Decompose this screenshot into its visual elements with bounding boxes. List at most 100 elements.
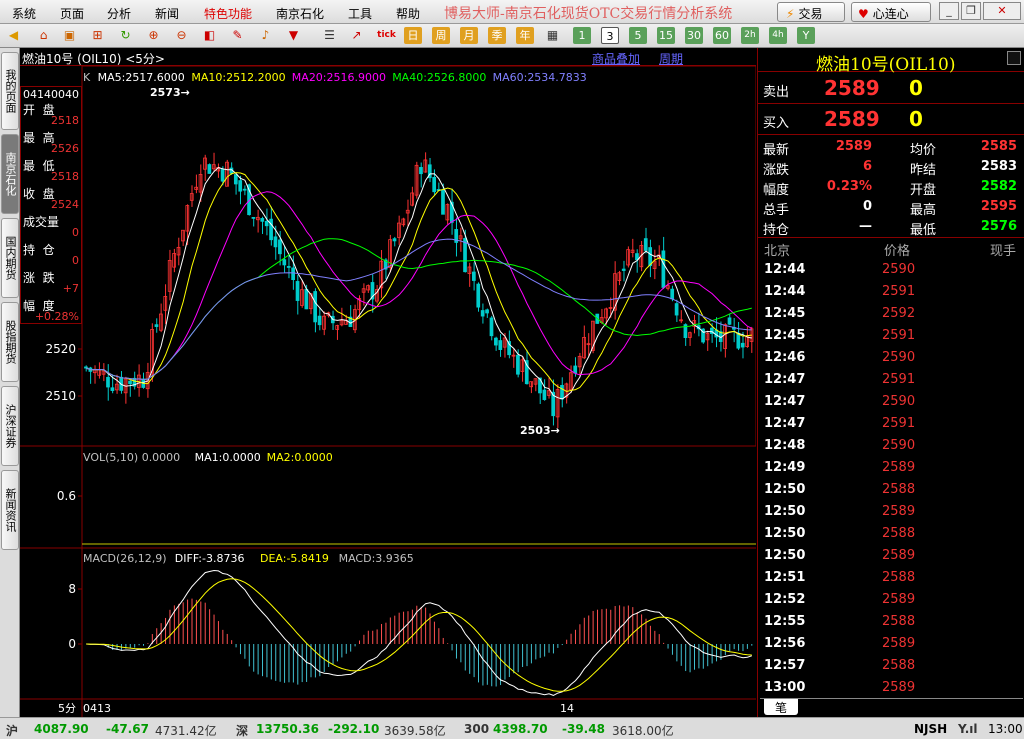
hs-index: 4398.70 bbox=[493, 722, 548, 736]
tick-row: 12:52 2589 bbox=[758, 590, 1024, 612]
tick-button[interactable]: tick bbox=[377, 26, 396, 45]
tick-time: 12:44 bbox=[764, 262, 806, 277]
ma-legend-item: MA5:2517.6000 bbox=[98, 71, 185, 84]
popout-icon[interactable] bbox=[1007, 51, 1021, 65]
tab-sh-sz[interactable]: 沪深证券 bbox=[1, 386, 19, 466]
tick-row: 12:47 2590 bbox=[758, 392, 1024, 414]
stat-label: 最低 bbox=[910, 223, 937, 238]
season-button[interactable]: 季 bbox=[488, 27, 506, 44]
info-label: 持 仓 bbox=[23, 243, 55, 257]
bookmark-icon[interactable]: ⊞ bbox=[88, 26, 107, 45]
window-icon[interactable]: ◧ bbox=[200, 26, 219, 45]
menu-analysis[interactable]: 分析 bbox=[107, 5, 131, 22]
macd-legend-item: MACD(26,12,9) bbox=[83, 552, 167, 565]
period-y-button[interactable]: Y bbox=[797, 27, 815, 44]
back-arrow-icon[interactable]: ◀ bbox=[4, 26, 23, 45]
info-label: 最 低 bbox=[23, 159, 55, 173]
tick-row: 12:57 2588 bbox=[758, 656, 1024, 678]
video-icon[interactable]: ▣ bbox=[60, 26, 79, 45]
overlay-link[interactable]: 商品叠加 bbox=[592, 50, 640, 67]
tick-price: 2589 bbox=[882, 636, 916, 651]
sz-change: -292.10 bbox=[328, 722, 380, 736]
month-button[interactable]: 月 bbox=[460, 27, 478, 44]
tab-nanjing[interactable]: 南京石化 bbox=[1, 134, 19, 214]
tab-news[interactable]: 新闻资讯 bbox=[1, 470, 19, 550]
grid-icon[interactable]: ▦ bbox=[543, 26, 562, 45]
tab-ticks[interactable]: 笔 bbox=[764, 699, 798, 715]
stat-value: — bbox=[859, 219, 872, 234]
stat-value: 2589 bbox=[835, 139, 872, 154]
candle-body bbox=[128, 380, 132, 385]
period-1-button[interactable]: 1 bbox=[573, 27, 591, 44]
trade-button-label: 交易 bbox=[798, 7, 823, 21]
tick-time: 12:57 bbox=[764, 658, 806, 673]
chart-header: 燃油10号 (OIL10) <5分> bbox=[22, 52, 165, 66]
menu-tools[interactable]: 工具 bbox=[348, 5, 372, 22]
heart-button[interactable]: ♥ 心连心 bbox=[851, 2, 931, 22]
kline-chart[interactable]: K MA5:2517.6000 MA10:2512.2000 MA20:2516.90… bbox=[20, 66, 756, 717]
macd-legend-item: DIFF:-3.8736 bbox=[175, 552, 245, 565]
period-3-button[interactable]: 3 bbox=[601, 27, 619, 44]
status-bar: 沪 4087.90 -47.67 4731.42亿 深 13750.36 -29… bbox=[0, 717, 1024, 739]
stat-label: 最新 bbox=[763, 143, 790, 158]
quote-panel: 燃油10号(OIL10) 卖出 2589 0 买入 2589 0 最新 2589 涨… bbox=[757, 48, 1024, 717]
pen-icon[interactable]: ✎ bbox=[228, 26, 247, 45]
tick-time: 12:46 bbox=[764, 350, 806, 365]
sell-row: 卖出 2589 0 bbox=[758, 74, 1024, 104]
tab-index-futures[interactable]: 股指期货 bbox=[1, 302, 19, 382]
week-button[interactable]: 周 bbox=[432, 27, 450, 44]
period-60-button[interactable]: 60 bbox=[713, 27, 731, 44]
trade-button[interactable]: ⚡ 交易 bbox=[777, 2, 845, 22]
bell-icon[interactable]: ♪ bbox=[256, 26, 275, 45]
tick-row: 12:46 2590 bbox=[758, 348, 1024, 370]
menu-help[interactable]: 帮助 bbox=[396, 5, 420, 22]
menu-nanjing[interactable]: 南京石化 bbox=[276, 5, 324, 22]
tab-my-page[interactable]: 我的页面 bbox=[1, 52, 19, 130]
stat-value: 2585 bbox=[980, 139, 1017, 154]
menu-special[interactable]: 特色功能 bbox=[204, 5, 252, 22]
tick-row: 12:51 2588 bbox=[758, 568, 1024, 590]
zoom-out-icon[interactable]: ⊖ bbox=[172, 26, 191, 45]
period-2h-button[interactable]: 2h bbox=[741, 27, 759, 44]
refresh-icon[interactable]: ↻ bbox=[116, 26, 135, 45]
date-label: 14 bbox=[560, 702, 574, 715]
tick-row: 12:50 2589 bbox=[758, 502, 1024, 524]
period-link[interactable]: 周期 bbox=[659, 50, 683, 67]
filter-icon[interactable]: ▼ bbox=[284, 26, 303, 45]
period-30-button[interactable]: 30 bbox=[685, 27, 703, 44]
period-4h-button[interactable]: 4h bbox=[769, 27, 787, 44]
stat-label: 均价 bbox=[910, 143, 937, 158]
line-chart-icon[interactable]: ↗ bbox=[347, 26, 366, 45]
close-icon[interactable]: ✕ bbox=[983, 2, 1021, 20]
candle-body bbox=[154, 324, 159, 327]
stat-label: 持仓 bbox=[763, 223, 790, 238]
tick-row: 13:00 2589 bbox=[758, 678, 1024, 700]
list-icon[interactable]: ☰ bbox=[320, 26, 339, 45]
home-icon[interactable]: ⌂ bbox=[34, 26, 53, 45]
handshake-icon: ♥ bbox=[858, 7, 869, 21]
candle-body bbox=[291, 267, 295, 281]
tick-row: 12:50 2589 bbox=[758, 546, 1024, 568]
period-5-button[interactable]: 5 bbox=[629, 27, 647, 44]
restore-icon[interactable]: ❐ bbox=[961, 2, 981, 20]
stat-value: 2583 bbox=[980, 159, 1017, 174]
year-button[interactable]: 年 bbox=[516, 27, 534, 44]
menu-system[interactable]: 系统 bbox=[12, 5, 36, 22]
zoom-in-icon[interactable]: ⊕ bbox=[144, 26, 163, 45]
menu-bar: 系统 页面 分析 新闻 特色功能 南京石化 工具 帮助 博易大师-南京石化现货O… bbox=[0, 0, 1024, 24]
tick-price: 2591 bbox=[882, 416, 916, 431]
candle-body bbox=[286, 266, 291, 268]
minimize-icon[interactable]: _ bbox=[939, 2, 959, 20]
tab-domestic-futures[interactable]: 国内期货 bbox=[1, 218, 19, 298]
menu-news[interactable]: 新闻 bbox=[155, 5, 179, 22]
diff-line bbox=[86, 569, 752, 696]
buy-label: 买入 bbox=[763, 116, 790, 131]
date-label: 0413 bbox=[83, 702, 111, 715]
tick-price: 2591 bbox=[882, 372, 916, 387]
period-15-button[interactable]: 15 bbox=[657, 27, 675, 44]
candle-body bbox=[260, 218, 265, 222]
day-button[interactable]: 日 bbox=[404, 27, 422, 44]
clock: 13:00 bbox=[988, 722, 1023, 736]
menu-page[interactable]: 页面 bbox=[60, 5, 84, 22]
tick-price: 2589 bbox=[882, 504, 916, 519]
